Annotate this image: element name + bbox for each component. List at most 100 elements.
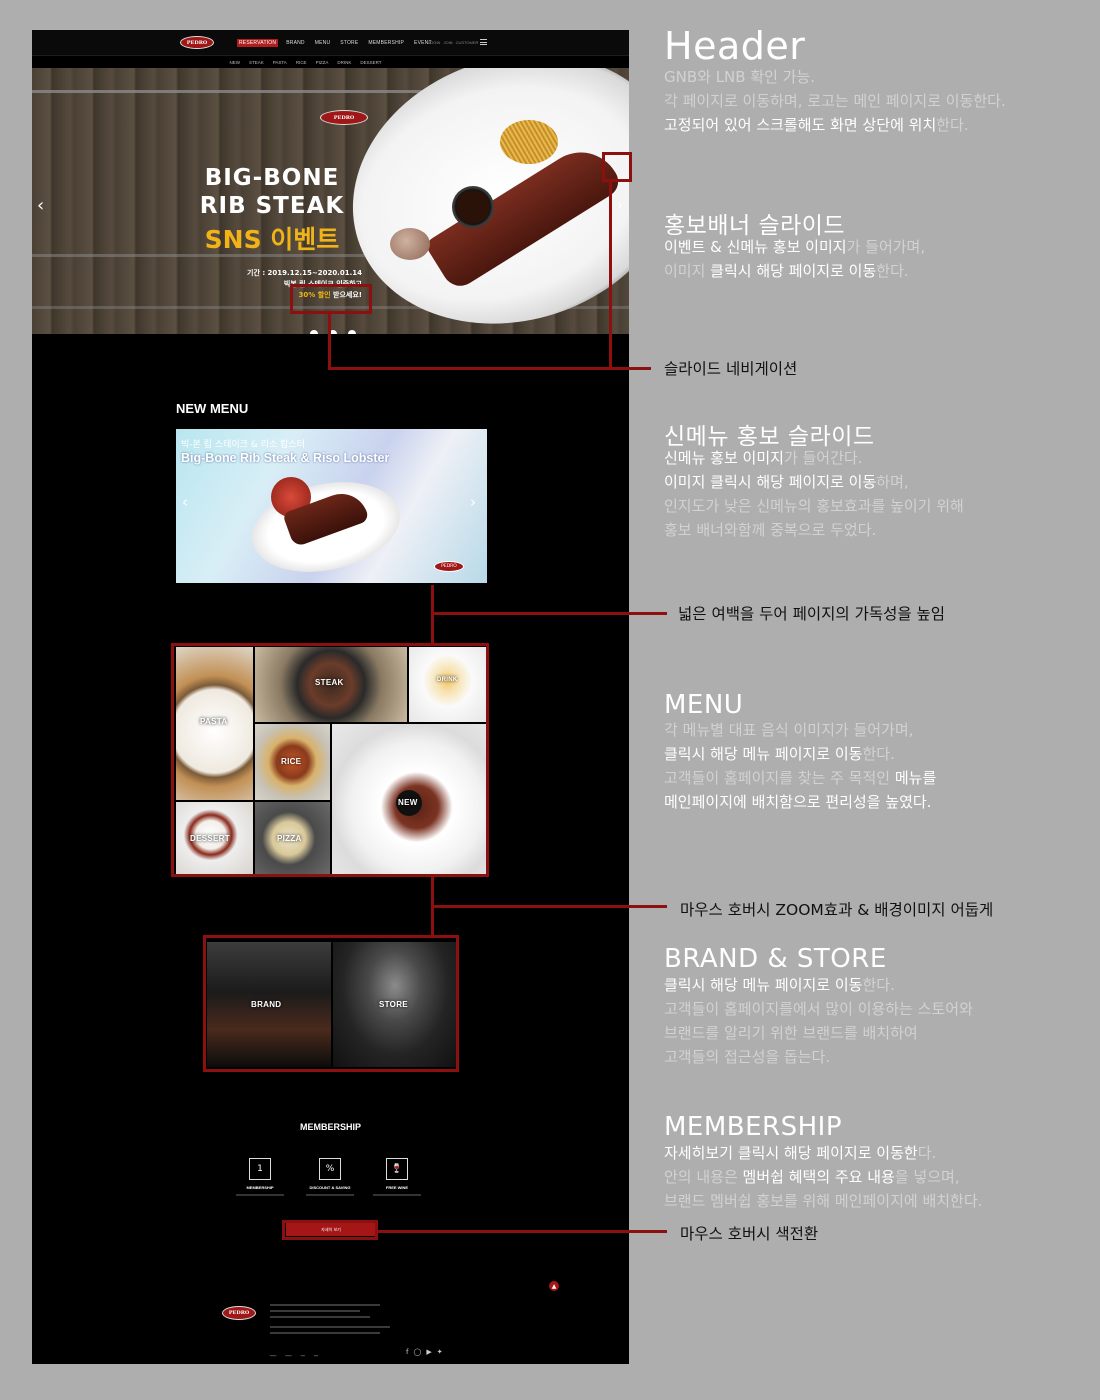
hero-event: SNS 이벤트 — [204, 225, 340, 254]
hero-title: BIG-BONE RIB STEAK — [182, 164, 362, 220]
hamburger-menu-icon[interactable] — [480, 39, 487, 45]
footer-links: ━━━ ━━━ ━━ ━━ — [270, 1354, 318, 1358]
footer-link[interactable]: ━━ — [301, 1354, 305, 1358]
lnb-pasta[interactable]: PASTA — [273, 60, 287, 65]
membership-item: % DISCOUNT & SAVING — [300, 1158, 360, 1196]
new-menu-annotation-text: 신메뉴 홍보 이미지가 들어간다. 이미지 클릭시 해당 페이지로 이동하며, … — [664, 446, 964, 542]
annotation-highlight: 이벤트 & 신메뉴 홍보 이미지 — [664, 238, 847, 256]
discount-icon: % — [319, 1158, 341, 1180]
hero-pagination — [310, 330, 356, 334]
gnb-store[interactable]: STORE — [338, 39, 360, 47]
annotation-highlight: 멤버쉽 혜택의 주요 내용 — [742, 1168, 895, 1186]
footer-link[interactable]: ━━ — [314, 1354, 318, 1358]
hero-period-text: 기간 : 2019.12.15~2020.01.14 — [247, 269, 362, 277]
membership-item-label: FREE WINE — [385, 1185, 409, 1190]
annotation-line: 고객들이 홈페이지를에서 많이 이용하는 스토어와 — [664, 1000, 973, 1018]
brand-store-box — [203, 935, 459, 1072]
connector-line — [328, 314, 331, 370]
site-logo[interactable]: PEDRO — [180, 36, 214, 49]
new-menu-next-icon[interactable]: › — [470, 493, 476, 511]
hero-title-line2: RIB STEAK — [199, 193, 345, 219]
annotation-line: 브랜드를 알리기 위한 브랜드를 배치하여 — [664, 1024, 918, 1042]
annotation-line: 이미지 — [664, 262, 711, 280]
lnb-rice[interactable]: RICE — [296, 60, 307, 65]
footer-link[interactable]: ━━━ — [270, 1354, 276, 1358]
top-button-icon[interactable]: ▲ — [549, 1281, 559, 1291]
new-menu-prev-icon[interactable]: ‹ — [182, 493, 188, 511]
join-link[interactable]: JOIN — [443, 40, 452, 45]
annotation-highlight: 자세히보기 클릭시 해당 페이지로 이동한 — [664, 1144, 918, 1162]
hero-prev-icon[interactable]: ‹ — [37, 195, 44, 216]
whitespace-label: 넓은 여백을 두어 페이지의 가독성을 높임 — [678, 605, 946, 623]
footer-logo[interactable]: PEDRO — [222, 1306, 256, 1320]
gnb: RESERVATION BRAND MENU STORE MEMBERSHIP … — [237, 39, 434, 47]
instagram-icon[interactable]: ◯ — [413, 1348, 421, 1356]
header-annotation-title: Header — [664, 24, 806, 68]
slide-dot[interactable] — [348, 330, 356, 334]
annotation-highlight: 클릭시 해당 페이지로 이동 — [710, 262, 877, 280]
wine-icon: 🍷 — [386, 1158, 408, 1180]
membership-item-label: MEMBERSHIP — [246, 1185, 274, 1190]
annotation-line: GNB와 LNB 확인 가능. — [664, 68, 816, 86]
facebook-icon[interactable]: f — [406, 1348, 408, 1356]
slide-dot[interactable] — [310, 330, 318, 334]
menu-annotation-title: MENU — [664, 690, 744, 720]
membership-item-label: DISCOUNT & SAVING — [309, 1185, 351, 1190]
annotation-line: 각 메뉴별 대표 음식 이미지가 들어가며, — [664, 721, 914, 739]
annotation-highlight: 메뉴를 — [894, 769, 937, 787]
annotation-line: 가 들어가며, — [846, 238, 926, 256]
annotation-highlight: 클릭시 해당 메뉴 페이지로 이동 — [664, 976, 863, 994]
lnb-new[interactable]: NEW — [229, 60, 240, 65]
lnb-pizza[interactable]: PIZZA — [316, 60, 329, 65]
membership-card-icon: 1 — [249, 1158, 271, 1180]
customer-link[interactable]: CUSTOMER — [456, 40, 479, 45]
connector-line — [328, 367, 651, 370]
header: PEDRO RESERVATION BRAND MENU STORE MEMBE… — [32, 30, 629, 56]
annotation-line: 홍보 배너와함께 중복으로 두었다. — [664, 521, 877, 539]
membership-item: 🍷 FREE WINE — [367, 1158, 427, 1196]
hero-title-line1: BIG-BONE — [204, 165, 340, 191]
twitter-icon[interactable]: ✦ — [437, 1348, 443, 1356]
menu-annotation-text: 각 메뉴별 대표 음식 이미지가 들어가며, 클릭시 해당 메뉴 페이지로 이동… — [664, 718, 936, 814]
annotation-highlight: 신메뉴 홍보 이미지 — [664, 449, 784, 467]
youtube-icon[interactable]: ▶ — [426, 1348, 431, 1356]
annotation-line: 브랜드 멤버쉽 홍보를 위해 메인페이지에 배치한다. — [664, 1192, 983, 1210]
footer-link[interactable]: ━━━ — [285, 1354, 291, 1358]
connector-line — [609, 182, 612, 370]
login-link[interactable]: LOGIN — [428, 40, 440, 45]
brand-store-annotation-title: BRAND & STORE — [664, 944, 887, 974]
hover-zoom-label: 마우스 호버시 ZOOM효과 & 배경이미지 어둡게 — [680, 901, 994, 919]
membership-item: 1 MEMBERSHIP — [230, 1158, 290, 1196]
slide-nav-arrow-box — [602, 152, 632, 182]
connector-line — [431, 612, 667, 615]
annotation-line: 한다. — [876, 262, 909, 280]
sauce-image — [452, 186, 494, 228]
gnb-menu[interactable]: MENU — [313, 39, 333, 47]
connector-line — [431, 905, 667, 908]
annotation-line: 한다. — [936, 116, 969, 134]
annotation-highlight: 이미지 클릭시 해당 페이지로 이동 — [664, 473, 877, 491]
brand-store-annotation-text: 클릭시 해당 메뉴 페이지로 이동한다. 고객들이 홈페이지를에서 많이 이용하… — [664, 973, 973, 1069]
new-menu-slide[interactable]: 빅-본 립 스테이크 & 리소 랍스터 Big-Bone Rib Steak &… — [176, 429, 487, 583]
annotation-highlight: 메인페이지에 배치함으로 편리성을 높였다. — [664, 793, 932, 811]
annotation-line: 안의 내용은 — [664, 1168, 743, 1186]
lnb-dessert[interactable]: DESSERT — [360, 60, 381, 65]
hero-next-icon[interactable]: › — [610, 192, 629, 220]
gnb-reservation[interactable]: RESERVATION — [237, 39, 279, 47]
hover-color-label: 마우스 호버시 색전환 — [680, 1225, 819, 1243]
slide-nav-label: 슬라이드 네비게이션 — [664, 360, 798, 378]
annotation-line: 고객들이 홈페이지를 찾는 주 목적인 — [664, 769, 895, 787]
new-menu-title: NEW MENU — [176, 401, 249, 416]
sns-links: f ◯ ▶ ✦ — [406, 1348, 443, 1356]
new-menu-ko: 빅-본 립 스테이크 & 리소 랍스터 — [181, 440, 305, 450]
lnb-steak[interactable]: STEAK — [249, 60, 264, 65]
gnb-membership[interactable]: MEMBERSHIP — [366, 39, 406, 47]
lnb-drink[interactable]: DRINK — [337, 60, 351, 65]
slide-nav-dots-box — [290, 284, 372, 314]
gnb-brand[interactable]: BRAND — [284, 39, 307, 47]
membership-annotation-text: 자세히보기 클릭시 해당 페이지로 이동한다. 안의 내용은 멤버쉽 혜택의 주… — [664, 1141, 982, 1213]
connector-line — [431, 585, 434, 645]
annotation-line: 을 넣으며, — [894, 1168, 960, 1186]
annotation-line: 한다. — [862, 976, 895, 994]
new-menu-logo: PEDRO — [434, 561, 464, 572]
